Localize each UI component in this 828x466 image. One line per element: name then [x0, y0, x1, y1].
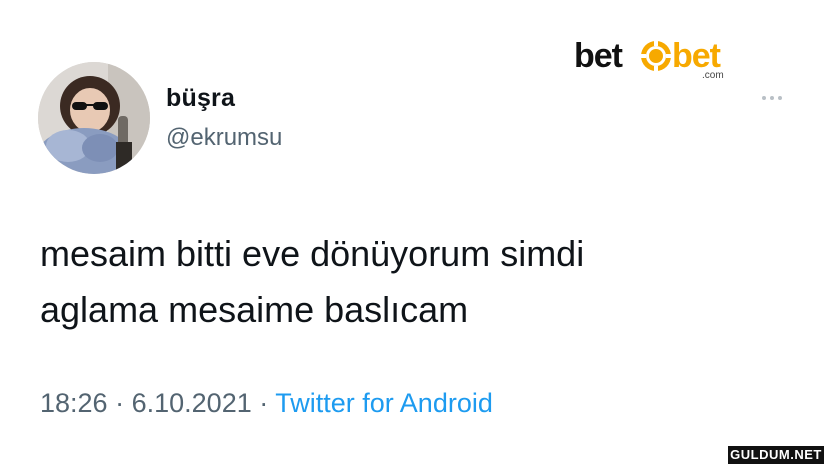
tweet-text: mesaim bitti eve dönüyorum simdi aglama … — [40, 226, 800, 338]
logo-suffix: .com — [702, 70, 724, 81]
logo-text-part1: bet — [574, 37, 623, 75]
tweet-screenshot: büşra @ekrumsu bet bet .com mesaim bitti… — [0, 0, 828, 466]
tweet-source-link[interactable]: Twitter for Android — [275, 388, 493, 418]
sponsor-logo: bet bet .com — [574, 36, 734, 84]
logo-chip-icon — [641, 41, 671, 71]
watermark: GULDUM.NET — [728, 446, 824, 464]
tweet-meta: 18:26 · 6.10.2021 · Twitter for Android — [40, 388, 493, 419]
tweet-date[interactable]: 6.10.2021 — [132, 388, 252, 418]
more-horizontal-icon-dot — [770, 96, 774, 100]
more-horizontal-icon-dot — [778, 96, 782, 100]
more-horizontal-icon — [762, 96, 766, 100]
avatar-photo — [38, 62, 150, 174]
avatar[interactable] — [38, 62, 150, 174]
tweet-time[interactable]: 18:26 — [40, 388, 108, 418]
author-handle[interactable]: @ekrumsu — [166, 124, 282, 152]
more-button[interactable] — [754, 86, 790, 110]
meta-separator: · — [115, 388, 125, 418]
tweet-text-line: mesaim bitti eve dönüyorum simdi — [40, 233, 585, 274]
tweet-text-line: aglama mesaime baslıcam — [40, 289, 469, 330]
author-display-name[interactable]: büşra — [166, 84, 235, 113]
meta-separator: · — [259, 388, 269, 418]
